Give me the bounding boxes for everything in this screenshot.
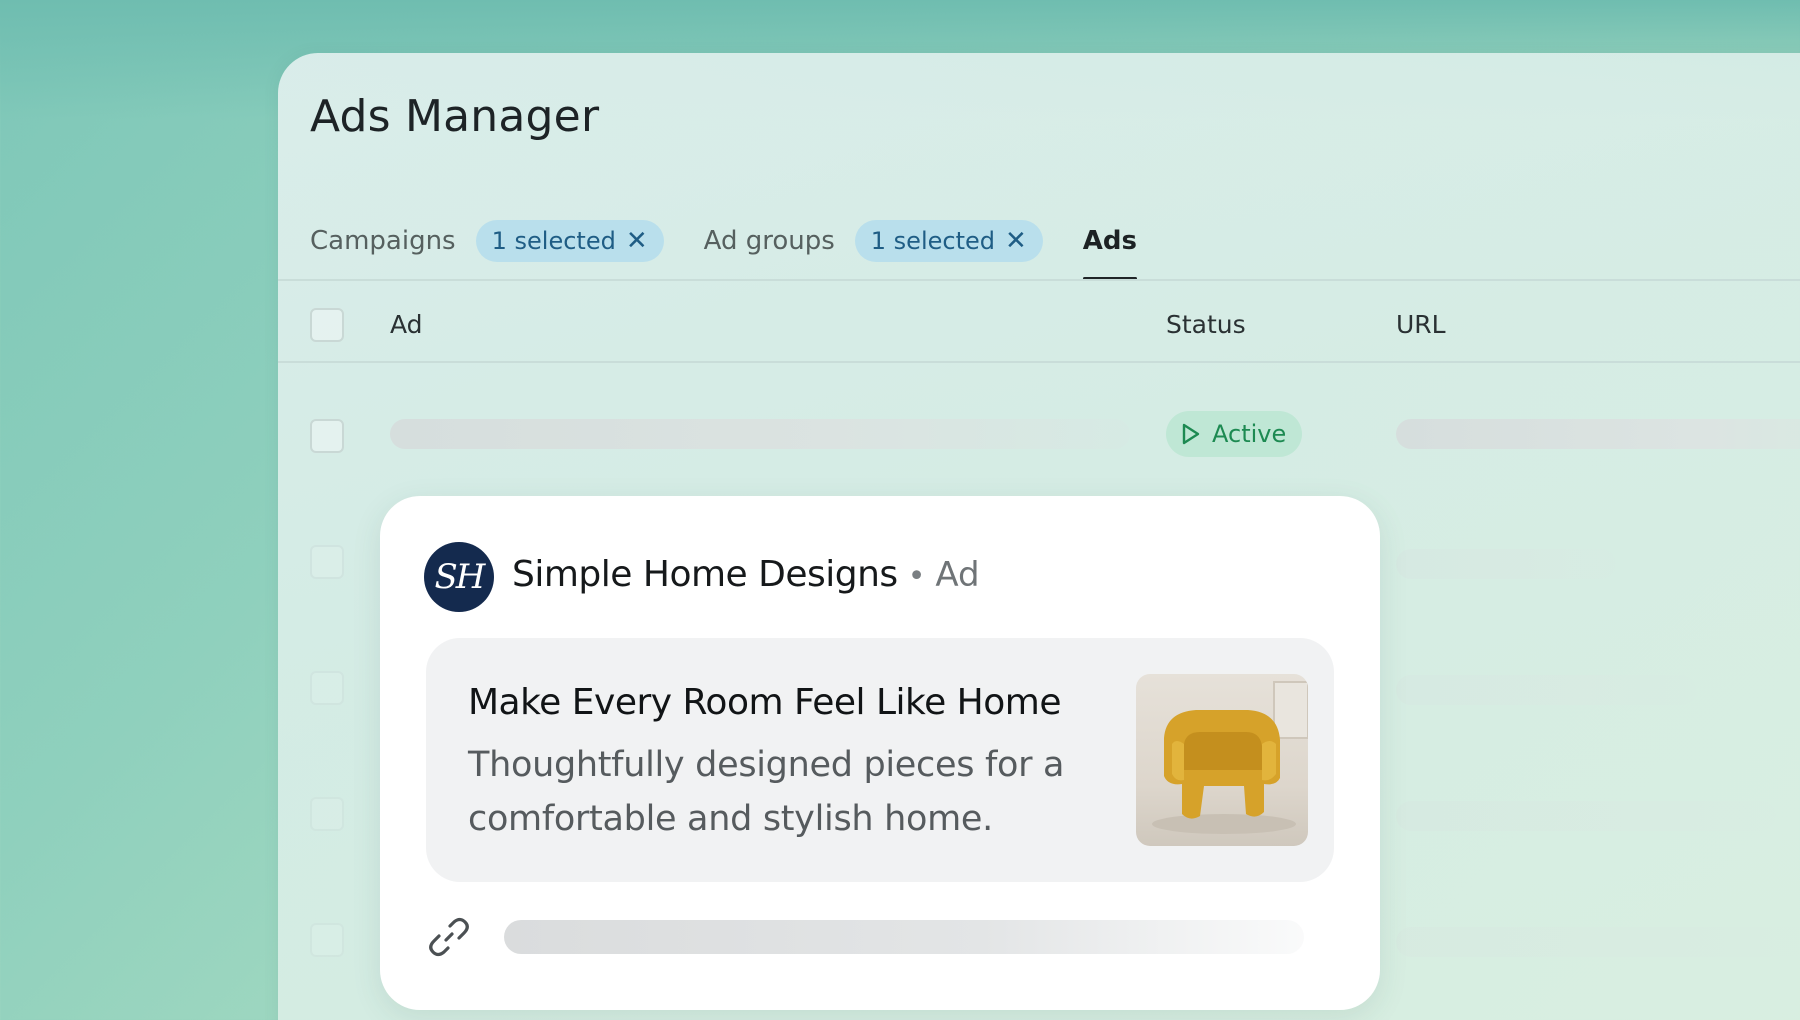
link-icon[interactable] [426, 914, 472, 960]
close-icon[interactable]: ✕ [626, 228, 648, 254]
page-title: Ads Manager [310, 91, 600, 142]
tab-ads-label: Ads [1082, 226, 1138, 256]
row-checkbox[interactable] [310, 671, 344, 705]
ad-content-card[interactable]: Make Every Room Feel Like Home Thoughtfu… [426, 638, 1334, 882]
status-badge: Active [1166, 411, 1303, 457]
tab-bar: Campaigns 1 selected ✕ Ad groups 1 selec… [310, 211, 1138, 280]
armchair-illustration [1152, 681, 1308, 834]
ad-groups-selected-chip[interactable]: 1 selected ✕ [854, 220, 1043, 262]
armchair-image [1136, 674, 1308, 846]
url-placeholder [1396, 675, 1696, 705]
column-header-status[interactable]: Status [1166, 310, 1246, 339]
advertiser-line: Simple Home Designs • Ad [512, 554, 980, 595]
row-checkbox[interactable] [310, 545, 344, 579]
ad-label: Ad [935, 555, 980, 595]
url-placeholder [1396, 549, 1616, 579]
row-checkbox[interactable] [310, 419, 344, 453]
url-placeholder [1396, 927, 1800, 957]
chip-label: 1 selected [870, 227, 995, 255]
url-placeholder [504, 920, 1304, 954]
tab-ads[interactable]: Ads [1082, 226, 1138, 280]
campaigns-selected-chip[interactable]: 1 selected ✕ [475, 220, 664, 262]
url-placeholder [1396, 419, 1800, 449]
ad-headline: Make Every Room Feel Like Home [468, 682, 1062, 723]
close-icon[interactable]: ✕ [1005, 228, 1027, 254]
column-header-url[interactable]: URL [1396, 310, 1446, 339]
tab-campaigns[interactable]: Campaigns [310, 226, 456, 256]
tabs-divider [278, 279, 1800, 281]
brand-name: Simple Home Designs [512, 554, 898, 595]
separator-dot: • [907, 559, 926, 594]
ad-preview-card[interactable]: SH Simple Home Designs • Ad Make Every R… [380, 496, 1380, 1010]
status-label: Active [1212, 420, 1287, 448]
play-icon [1182, 423, 1200, 445]
row-checkbox[interactable] [310, 923, 344, 957]
ad-name-placeholder [390, 419, 1130, 449]
chip-label: 1 selected [491, 227, 616, 255]
row-checkbox[interactable] [310, 797, 344, 831]
ad-body: Thoughtfully designed pieces for a comfo… [468, 745, 1065, 839]
avatar: SH [424, 542, 494, 612]
select-all-checkbox[interactable] [310, 308, 344, 342]
tab-ad-groups[interactable]: Ad groups [704, 226, 835, 256]
header-divider [278, 361, 1800, 363]
column-header-ad[interactable]: Ad [390, 310, 423, 339]
url-placeholder [1396, 801, 1776, 831]
